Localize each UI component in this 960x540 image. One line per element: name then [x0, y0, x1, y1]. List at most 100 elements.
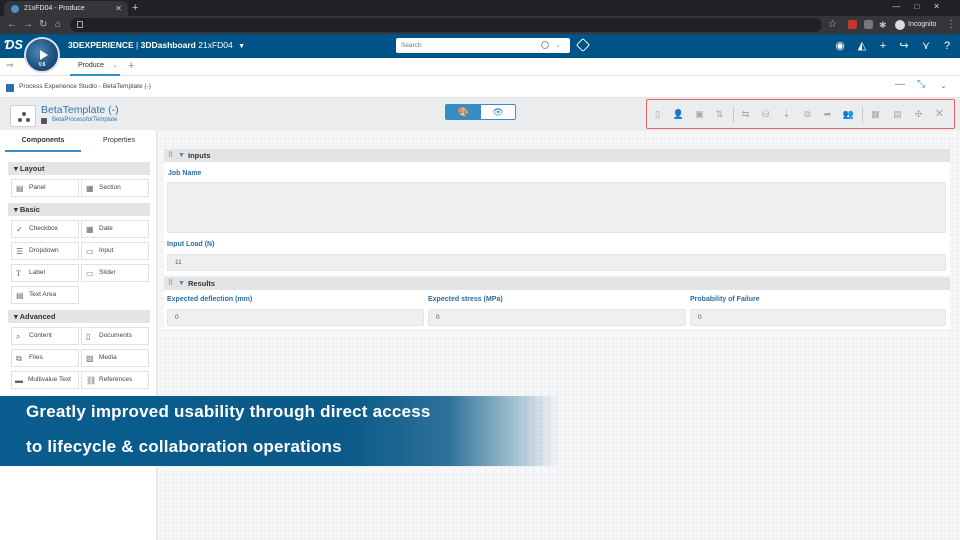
search-field[interactable]: ⌄ — [396, 38, 570, 53]
sort-order-icon[interactable]: ⇣ — [780, 108, 793, 121]
component-date[interactable]: ▦ Date — [81, 220, 149, 238]
app-title: Process Experience Studio - BetaTemplate… — [19, 83, 151, 90]
database-delete-icon[interactable]: ⛁ — [759, 108, 772, 121]
address-bar[interactable] — [70, 18, 822, 32]
component-files[interactable]: ⧉ Files — [11, 349, 79, 367]
home-icon[interactable]: ⌂ — [55, 18, 61, 32]
bookmark-star-icon[interactable]: ☆ — [828, 18, 837, 32]
lock-icon — [77, 21, 83, 28]
add-icon[interactable]: + — [876, 38, 890, 54]
browser-tab-strip: 21xFD04 - Produce ✕ + —□✕ — [0, 0, 960, 16]
probability-of-failure-label: Probability of Failure — [690, 296, 760, 303]
browser-toolbar: ← → ↻ ⌂ ☆ ✱ Incognito ⋮ — [0, 16, 960, 34]
extension-icon[interactable] — [848, 20, 857, 29]
share-forward-icon[interactable]: ➦ — [821, 108, 834, 121]
new-tab-button[interactable]: + — [132, 1, 138, 15]
assign-user-icon[interactable]: 👤 — [672, 108, 685, 121]
promo-banner: Greatly improved usability through direc… — [0, 396, 560, 466]
process-link[interactable]: BetaProcessforTemplate — [41, 117, 117, 124]
probability-of-failure-field[interactable]: 0 — [690, 309, 946, 326]
collaborator-icon[interactable]: 👥 — [842, 108, 855, 121]
browser-tab[interactable]: 21xFD04 - Produce ✕ — [4, 1, 128, 16]
tab-components[interactable]: Components — [5, 130, 81, 152]
component-panel[interactable]: ▤ Panel — [11, 179, 79, 197]
browser-menu-icon[interactable]: ⋮ — [946, 18, 956, 32]
table-icon[interactable]: ▦ — [869, 108, 882, 121]
forward-icon[interactable]: → — [23, 18, 33, 32]
window-controls[interactable]: —□✕ — [892, 0, 954, 14]
component-checkbox[interactable]: ✓ Checkbox — [11, 220, 79, 238]
help-icon[interactable]: ? — [940, 38, 954, 54]
revise-icon[interactable]: ⇅ — [713, 108, 726, 121]
component-label[interactable]: T Label — [11, 264, 79, 282]
template-title[interactable]: BetaTemplate (-) — [41, 104, 119, 116]
drag-handle-icon[interactable]: ⠿ — [168, 277, 173, 290]
component-media[interactable]: ▨ Media — [81, 349, 149, 367]
eye-icon[interactable]: 👁 — [481, 105, 515, 119]
drag-handle-icon[interactable]: ⠿ — [168, 149, 173, 162]
apps-filter-icon[interactable]: ⋎ — [919, 38, 933, 54]
component-content[interactable]: ⌕ Content — [11, 327, 79, 345]
collapse-icon[interactable]: ⤡ — [917, 79, 925, 90]
tab-produce[interactable]: Produce ⌄ — [70, 58, 120, 76]
new-document-icon[interactable]: ▯ — [651, 108, 664, 121]
palette-icon[interactable]: 🎨 — [446, 105, 481, 119]
collapse-arrow-icon[interactable]: ⇒ — [6, 60, 14, 71]
component-documents[interactable]: ▯ Documents — [81, 327, 149, 345]
close-icon[interactable]: ✕ — [933, 108, 946, 121]
platform-brand[interactable]: 3DEXPERIENCE | 3DDashboard 21xFD04 ▼ — [68, 40, 245, 50]
form-list-icon[interactable]: ▤ — [891, 108, 904, 121]
search-input[interactable] — [396, 38, 536, 53]
extensions-puzzle-icon[interactable]: ✱ — [879, 18, 887, 32]
tab-properties[interactable]: Properties — [81, 130, 157, 152]
transfer-ownership-icon[interactable]: ▣ — [693, 108, 706, 121]
ds-logo-icon[interactable]: ƊS — [4, 37, 23, 52]
component-slider[interactable]: ▭ Slider — [81, 264, 149, 282]
back-icon[interactable]: ← — [7, 18, 17, 32]
chevron-down-icon[interactable]: ▼ — [238, 43, 245, 50]
section-icon: ▦ — [86, 184, 94, 193]
chevron-down-icon[interactable]: ▼ — [178, 149, 185, 162]
expected-deflection-field[interactable]: 0 — [167, 309, 424, 326]
widget-menu-chevron-icon[interactable]: ⌄ — [940, 81, 947, 90]
section-advanced[interactable]: ▾ Advanced — [8, 310, 150, 323]
panel-inputs-header[interactable]: ⠿ ▼ Inputs — [164, 149, 950, 162]
close-tab-icon[interactable]: ✕ — [115, 1, 122, 16]
chevron-down-icon[interactable]: ▼ — [178, 277, 185, 290]
input-load-field[interactable]: 11 — [167, 254, 946, 271]
banner-line-2: to lifecycle & collaboration operations — [26, 437, 342, 456]
add-tab-button[interactable]: + — [128, 59, 134, 74]
section-basic[interactable]: ▾ Basic — [8, 203, 150, 216]
dashboard-tabs: ⇒ Produce ⌄ + — [0, 58, 960, 76]
notifications-icon[interactable]: ◭ — [855, 38, 869, 54]
compass-icon[interactable]: V.6 — [24, 37, 60, 73]
view-mode-toggle[interactable]: 🎨 👁 — [445, 104, 516, 120]
search-icon[interactable] — [541, 41, 549, 49]
maturity-icon[interactable]: ⇆ — [739, 108, 752, 121]
component-references[interactable]: ⛓ References — [81, 371, 149, 389]
job-name-field[interactable] — [167, 182, 946, 233]
expected-stress-label: Expected stress (MPa) — [428, 296, 503, 303]
panel-results-header[interactable]: ⠿ ▼ Results — [164, 277, 950, 290]
component-section[interactable]: ▦ Section — [81, 179, 149, 197]
section-layout[interactable]: ▾ Layout — [8, 162, 150, 175]
share-icon[interactable]: ↪ — [897, 38, 911, 54]
extension-icon[interactable] — [864, 20, 873, 29]
minimize-icon[interactable]: — — [895, 79, 905, 90]
tag-icon[interactable] — [575, 37, 591, 53]
user-profile-icon[interactable]: ◉ — [833, 38, 847, 54]
expected-stress-field[interactable]: 0 — [428, 309, 686, 326]
component-dropdown[interactable]: ☰ Dropdown — [11, 242, 79, 260]
component-multivalue-text[interactable]: ▬ Multivalue Text — [11, 371, 79, 389]
component-text-area[interactable]: ▤ Text Area — [11, 286, 79, 304]
copy-icon[interactable]: ⧉ — [801, 108, 814, 121]
incognito-badge[interactable]: Incognito — [895, 17, 936, 33]
chevron-down-icon[interactable]: ⌄ — [112, 58, 118, 74]
text-icon: T — [16, 269, 21, 278]
banner-line-1: Greatly improved usability through direc… — [26, 402, 431, 421]
reload-icon[interactable]: ↻ — [39, 18, 47, 32]
collapse-arrows-icon[interactable]: ✣ — [912, 108, 925, 121]
component-input[interactable]: ▭ Input — [81, 242, 149, 260]
brand-app: 3DDashboard — [140, 40, 196, 50]
search-options-chevron-icon[interactable]: ⌄ — [555, 38, 561, 53]
